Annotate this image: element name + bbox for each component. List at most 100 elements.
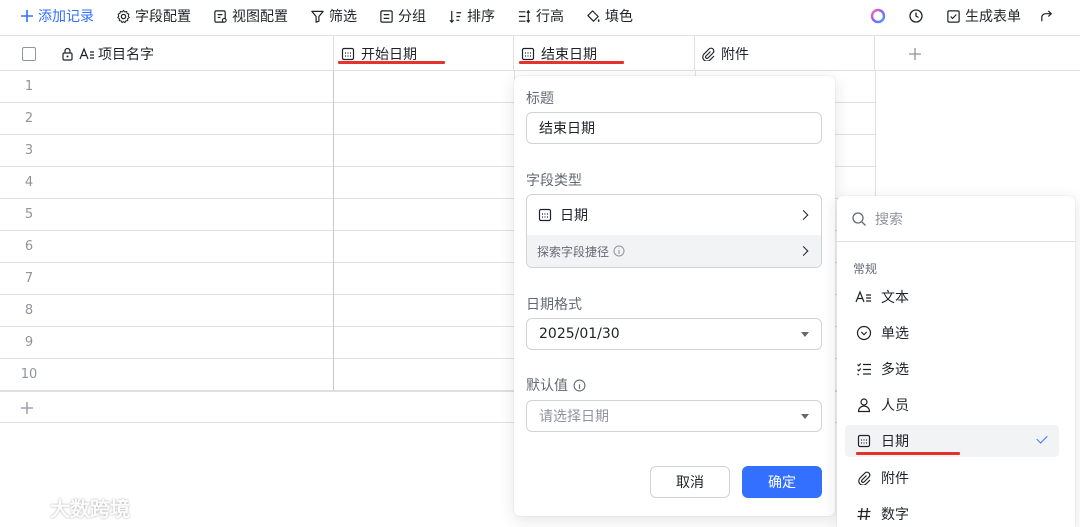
paint-bucket-icon <box>587 9 600 22</box>
add-column-button[interactable] <box>875 36 955 71</box>
column-header-project-name[interactable]: 项目名字 <box>58 36 334 71</box>
default-value-select[interactable]: 请选择日期 <box>526 400 822 432</box>
field-type-box: 日期 探索字段捷径 <box>526 194 822 268</box>
type-option-single-select[interactable]: 单选 <box>845 317 1059 349</box>
type-group-label: 常规 <box>853 262 878 276</box>
end-date-highlight <box>519 61 624 64</box>
text-type-icon <box>79 46 94 59</box>
explore-shortcut-label: 探索字段捷径 <box>537 244 610 259</box>
caret-down-icon <box>801 414 809 419</box>
sort-icon <box>449 10 462 23</box>
view-config-label: 视图配置 <box>232 9 288 25</box>
date-option-highlight <box>856 452 960 455</box>
type-option-person[interactable]: 人员 <box>845 389 1059 421</box>
option-label: 日期 <box>881 434 909 450</box>
group-icon <box>380 9 393 23</box>
type-option-attachment[interactable]: 附件 <box>845 462 1059 494</box>
check-icon <box>1036 432 1048 444</box>
gear-icon <box>117 9 130 23</box>
field-type-select[interactable]: 日期 <box>527 195 821 235</box>
field-type-label: 字段类型 <box>526 173 582 189</box>
caret-down-icon <box>801 332 809 337</box>
search-icon <box>852 211 866 226</box>
view-config-icon <box>214 9 227 23</box>
automation-button[interactable] <box>908 0 928 32</box>
row-number: 9 <box>24 335 34 350</box>
filter-button[interactable]: 筛选 <box>310 0 357 32</box>
select-all-cell <box>0 36 58 71</box>
text-icon <box>855 290 871 303</box>
share-button[interactable] <box>1039 0 1058 32</box>
watermark: 大数跨境 <box>10 493 130 522</box>
row-height-label: 行高 <box>536 9 564 25</box>
sort-label: 排序 <box>467 9 495 25</box>
column-header-end-date[interactable]: 结束日期 <box>514 36 695 71</box>
add-record-button[interactable]: 添加记录 <box>20 0 94 32</box>
toolbar-right: 生成表单 <box>852 0 1080 32</box>
sort-button[interactable]: 排序 <box>448 0 495 32</box>
select-all-checkbox[interactable] <box>22 46 36 61</box>
row-number: 8 <box>24 303 34 318</box>
type-search-input[interactable]: 搜索 <box>837 196 1075 242</box>
date-format-select[interactable]: 2025/01/30 <box>526 318 822 350</box>
column-divider <box>333 71 334 391</box>
type-option-text[interactable]: 文本 <box>845 281 1059 313</box>
field-config-button[interactable]: 字段配置 <box>116 0 191 32</box>
row-number: 7 <box>24 271 34 286</box>
row-number: 3 <box>24 143 34 158</box>
column-header-start-date[interactable]: 开始日期 <box>334 36 514 71</box>
row-number: 4 <box>24 175 34 190</box>
title-label: 标题 <box>526 91 554 107</box>
confirm-button[interactable]: 确定 <box>742 466 822 498</box>
info-icon <box>573 379 586 391</box>
row-height-button[interactable]: 行高 <box>517 0 564 32</box>
filter-icon <box>311 10 324 23</box>
type-option-multi-select[interactable]: 多选 <box>845 353 1059 385</box>
explore-shortcut-row[interactable]: 探索字段捷径 <box>527 235 821 267</box>
date-format-label: 日期格式 <box>526 297 582 313</box>
title-input-value: 结束日期 <box>539 121 595 137</box>
option-label: 数字 <box>881 507 909 523</box>
field-config-popover: 标题 结束日期 字段类型 日期 探索字段捷径 日期格式 2025/01/30 默… <box>514 76 835 516</box>
row-number: 1 <box>24 79 34 94</box>
default-value-label: 默认值 <box>526 375 586 395</box>
column-title: 附件 <box>721 46 749 63</box>
watermark-text: 大数跨境 <box>50 497 130 521</box>
start-date-highlight <box>338 61 445 64</box>
row-number: 5 <box>24 207 34 222</box>
chevron-right-icon <box>798 246 809 256</box>
calendar-icon <box>341 47 355 60</box>
group-button[interactable]: 分组 <box>379 0 426 32</box>
person-icon <box>857 398 871 413</box>
fill-button[interactable]: 填色 <box>586 0 633 32</box>
plus-icon <box>909 47 921 60</box>
option-label: 附件 <box>881 471 909 487</box>
generate-form-button[interactable]: 生成表单 <box>946 0 1021 32</box>
toolbar: 添加记录 字段配置 视图配置 筛选 分组 排序 行高 填色 生成表单 <box>0 0 1080 32</box>
field-type-value: 日期 <box>560 208 588 224</box>
filter-label: 筛选 <box>329 9 357 25</box>
single-select-icon <box>856 325 872 341</box>
option-label: 单选 <box>881 326 909 342</box>
row-height-icon <box>518 9 531 23</box>
view-config-button[interactable]: 视图配置 <box>213 0 288 32</box>
plus-icon <box>21 10 33 22</box>
date-icon <box>857 434 871 448</box>
chevron-right-icon <box>798 210 809 220</box>
info-icon <box>613 245 625 257</box>
row-number: 6 <box>24 239 34 254</box>
option-label: 文本 <box>881 290 909 306</box>
search-placeholder: 搜索 <box>875 211 903 228</box>
type-option-number[interactable]: 数字 <box>845 498 1059 527</box>
paperclip-icon <box>702 47 715 61</box>
plus-icon <box>21 402 33 414</box>
ai-button[interactable] <box>870 0 890 32</box>
group-label: 分组 <box>398 9 426 25</box>
option-label: 多选 <box>881 362 909 378</box>
column-header-attachment[interactable]: 附件 <box>695 36 875 71</box>
number-icon <box>857 507 871 521</box>
title-input[interactable]: 结束日期 <box>526 112 822 144</box>
cancel-button[interactable]: 取消 <box>650 466 730 498</box>
lock-icon <box>62 47 73 61</box>
column-title: 项目名字 <box>98 46 154 63</box>
